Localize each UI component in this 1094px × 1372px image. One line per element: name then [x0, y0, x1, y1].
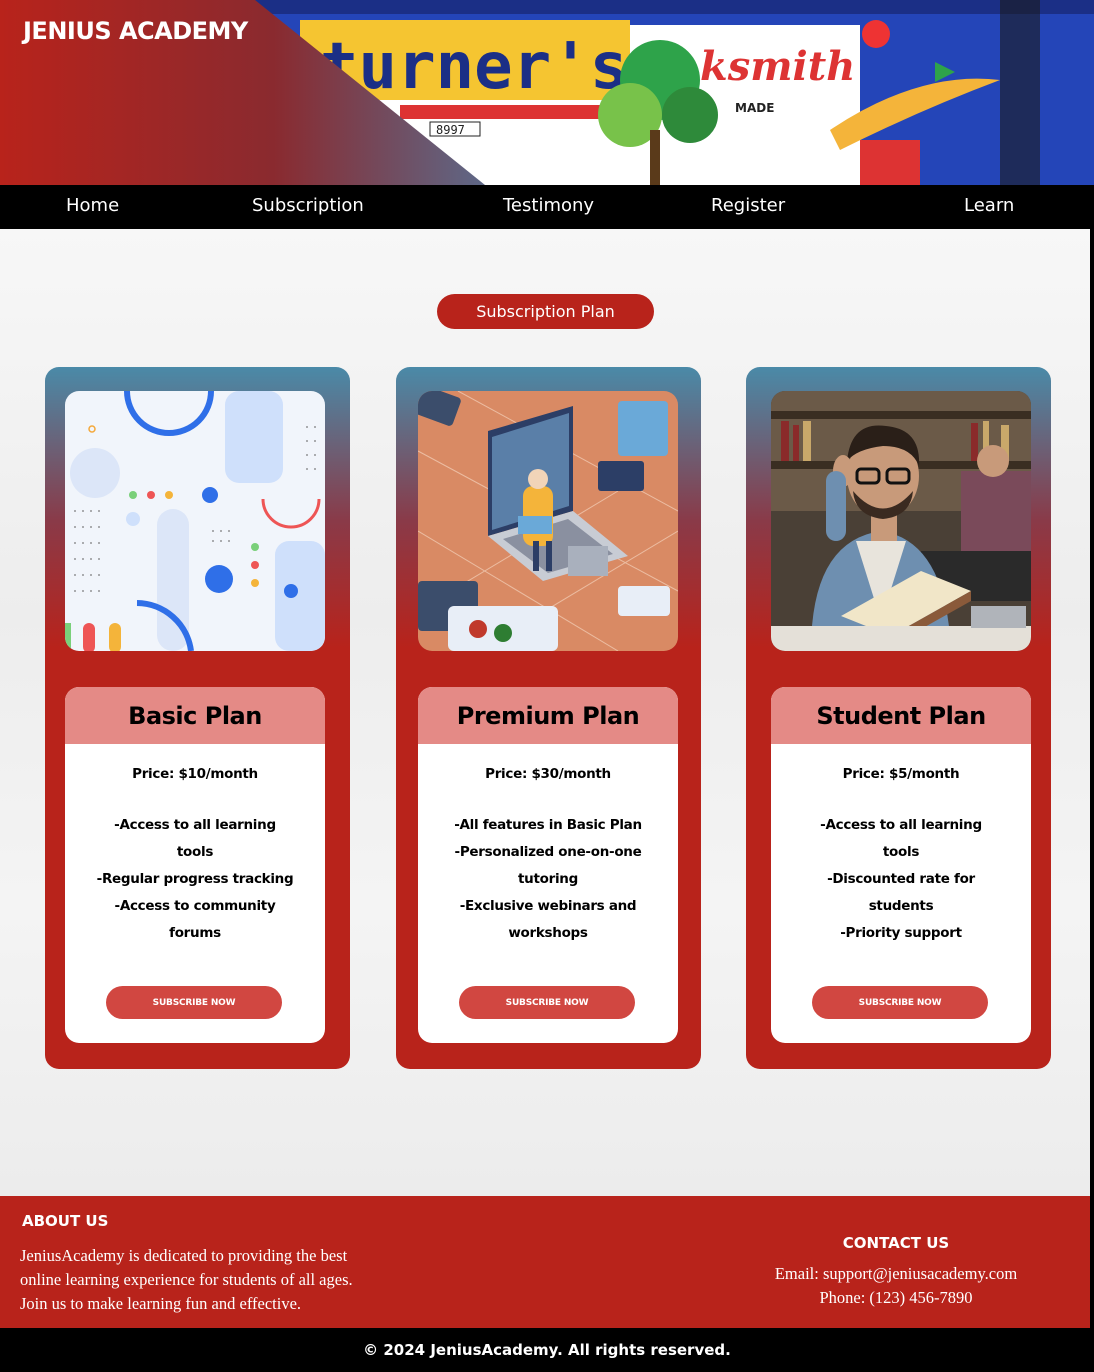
plan-body-student: Student Plan Price: $5/month -Access to … [771, 687, 1031, 1043]
footer: ABOUT US JeniusAcademy is dedicated to p… [0, 1196, 1090, 1328]
contact-title: CONTACT US [842, 1234, 950, 1252]
plan-price: Price: $10/month [132, 766, 258, 782]
brand-title[interactable]: JENIUS ACADEMY [23, 17, 248, 45]
subscribe-button-student[interactable]: SUBSCRIBE NOW [812, 986, 988, 1019]
copyright-bar: © 2024 JeniusAcademy. All rights reserve… [0, 1328, 1094, 1372]
right-edge [1090, 229, 1094, 1328]
plan-card-premium: Premium Plan Price: $30/month -All featu… [396, 367, 701, 1069]
main-nav: Home Subscription Testimony Register Lea… [0, 185, 1094, 229]
svg-text:MADE: MADE [735, 101, 774, 115]
nav-register[interactable]: Register [711, 195, 785, 216]
plan-feature: -Personalized one-on-one tutoring [454, 844, 642, 887]
plan-title: Basic Plan [65, 687, 325, 744]
student-plan-photo-icon [771, 391, 1031, 651]
contact-email[interactable]: Email: support@jeniusacademy.com [700, 1264, 1092, 1284]
plan-body-basic: Basic Plan Price: $10/month -Access to a… [65, 687, 325, 1043]
nav-testimony[interactable]: Testimony [503, 195, 594, 216]
plan-feature: -Discounted rate for students [827, 871, 975, 914]
plan-price: Price: $30/month [485, 766, 611, 782]
plan-body-premium: Premium Plan Price: $30/month -All featu… [418, 687, 678, 1043]
section-title: Subscription Plan [437, 294, 654, 329]
nav-home[interactable]: Home [66, 195, 119, 216]
plan-feature: -Access to community forums [114, 898, 276, 941]
subscribe-button-basic[interactable]: SUBSCRIBE NOW [106, 986, 282, 1019]
plan-feature: -Regular progress tracking [96, 871, 294, 887]
plan-feature: -All features in Basic Plan [454, 817, 642, 833]
plan-features: -Access to all learning tools -Regular p… [95, 812, 295, 947]
plan-title: Premium Plan [418, 687, 678, 744]
plan-title: Student Plan [771, 687, 1031, 744]
plan-price: Price: $5/month [842, 766, 960, 782]
about-title: ABOUT US [22, 1212, 109, 1230]
contact-phone[interactable]: Phone: (123) 456-7890 [700, 1288, 1092, 1308]
copyright-text: © 2024 JeniusAcademy. All rights reserve… [363, 1341, 731, 1359]
plan-feature: -Access to all learning tools [114, 817, 276, 860]
premium-plan-illustration-icon [418, 391, 678, 651]
subscription-section: Subscription Plan Basic Plan Price: $10/… [0, 229, 1090, 1196]
plan-card-student: Student Plan Price: $5/month -Access to … [746, 367, 1051, 1069]
header-banner: turner's 8997 ksmith MADE JENIUS ACADEMY [0, 0, 1094, 185]
nav-subscription[interactable]: Subscription [252, 195, 364, 216]
about-text: JeniusAcademy is dedicated to providing … [20, 1246, 353, 1313]
plan-feature: -Priority support [840, 925, 962, 941]
svg-text:8997: 8997 [436, 123, 465, 137]
plan-features: -All features in Basic Plan -Personalize… [448, 812, 648, 947]
plan-card-basic: Basic Plan Price: $10/month -Access to a… [45, 367, 350, 1069]
subscribe-button-premium[interactable]: SUBSCRIBE NOW [459, 986, 635, 1019]
plan-feature: -Exclusive webinars and workshops [459, 898, 637, 941]
plan-feature: -Access to all learning tools [820, 817, 982, 860]
nav-learn[interactable]: Learn [964, 195, 1014, 216]
plan-features: -Access to all learning tools -Discounte… [801, 812, 1001, 947]
svg-text:ksmith: ksmith [700, 43, 855, 90]
basic-plan-illustration-icon [65, 391, 325, 651]
